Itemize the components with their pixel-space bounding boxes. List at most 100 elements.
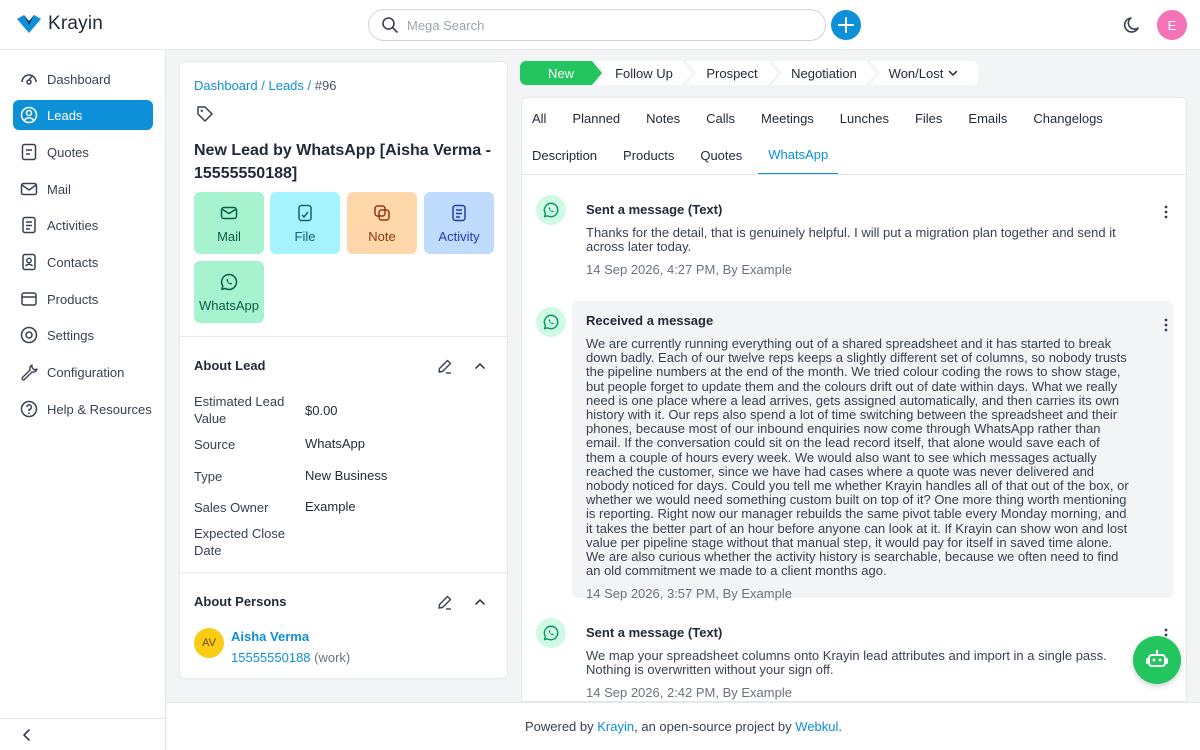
footer-krayin-link[interactable]: Krayin <box>597 719 634 734</box>
person-phone-number[interactable]: 15555550188 <box>231 650 311 665</box>
sidebar-item-mail[interactable]: Mail <box>13 174 153 204</box>
chevron-up-icon[interactable] <box>473 359 487 373</box>
person-phone[interactable]: 15555550188 (work) <box>231 650 350 665</box>
sidebar-item-label: Settings <box>47 327 94 343</box>
pencil-icon[interactable] <box>437 594 453 610</box>
person-name-link[interactable]: Aisha Verma <box>231 629 309 644</box>
attr-label-source: Source <box>194 437 236 452</box>
message-title: Received a message <box>586 313 714 328</box>
stage-follow-up[interactable]: Follow Up <box>596 61 692 85</box>
attr-value-type: New Business <box>305 468 388 483</box>
tab-files[interactable]: Files <box>915 98 955 138</box>
file-icon <box>298 204 312 221</box>
mega-search[interactable] <box>368 9 826 41</box>
attr-label-close-date: Expected Close Date <box>194 526 286 558</box>
whatsapp-action-label: WhatsApp <box>199 297 259 313</box>
stage-new[interactable]: New <box>520 61 602 85</box>
breadcrumb-leads[interactable]: Leads <box>268 78 303 93</box>
more-options-icon[interactable] <box>1156 315 1176 335</box>
mail-action-label: Mail <box>217 228 241 244</box>
activities-icon <box>19 215 39 235</box>
sidebar-item-label: Configuration <box>47 364 125 380</box>
footer: Powered by Krayin, an open-source projec… <box>167 702 1200 750</box>
note-action-button[interactable]: Note <box>347 192 417 254</box>
products-icon <box>19 289 39 309</box>
sidebar-item-products[interactable]: Products <box>13 284 153 314</box>
whatsapp-icon <box>536 195 566 225</box>
dashboard-icon <box>19 69 39 89</box>
sidebar-item-contacts[interactable]: Contacts <box>13 247 153 277</box>
tab-quotes[interactable]: Quotes <box>700 135 755 175</box>
about-lead-header[interactable]: About Lead <box>180 336 507 394</box>
attr-value-lead-value: $0.00 <box>305 403 338 418</box>
attr-value-sales-owner: Example <box>305 499 356 514</box>
sidebar-item-activities[interactable]: Activities <box>13 210 153 240</box>
person-avatar: AV <box>194 628 224 658</box>
robot-icon <box>1146 649 1168 667</box>
message-meta: 14 Sep 2026, 3:57 PM, By Example <box>586 586 792 602</box>
tab-whatsapp[interactable]: WhatsApp <box>758 135 839 175</box>
message-item: Sent a message (Text) Thanks for the det… <box>572 190 1173 289</box>
attr-value-source: WhatsApp <box>305 436 365 451</box>
activity-icon <box>452 204 466 221</box>
whatsapp-icon <box>220 273 238 290</box>
search-input[interactable] <box>407 17 787 33</box>
stage-won-lost-label: Won/Lost <box>888 65 944 81</box>
tab-changelogs[interactable]: Changelogs <box>1033 98 1115 138</box>
mail-action-button[interactable]: Mail <box>194 192 264 254</box>
whatsapp-icon <box>536 307 566 337</box>
tab-lunches[interactable]: Lunches <box>840 98 902 138</box>
stage-won-lost[interactable]: Won/Lost <box>870 61 978 85</box>
message-item: Sent a message (Text) We map your spread… <box>572 613 1173 701</box>
sidebar-item-help[interactable]: Help & Resources <box>13 394 153 424</box>
about-lead-heading: About Lead <box>194 358 266 373</box>
tab-products[interactable]: Products <box>623 135 687 175</box>
pencil-icon[interactable] <box>437 358 453 374</box>
whatsapp-action-button[interactable]: WhatsApp <box>194 261 264 323</box>
sidebar-item-quotes[interactable]: Quotes <box>13 137 153 167</box>
dark-mode-toggle[interactable] <box>1123 15 1143 35</box>
stage-prospect[interactable]: Prospect <box>686 61 778 85</box>
file-action-button[interactable]: File <box>270 192 340 254</box>
sidebar-collapse-button[interactable] <box>0 718 166 750</box>
breadcrumb-dashboard[interactable]: Dashboard <box>194 78 258 93</box>
sidebar-item-settings[interactable]: Settings <box>13 320 153 350</box>
message-title: Sent a message (Text) <box>586 202 723 217</box>
sidebar-item-leads[interactable]: Leads <box>13 100 153 130</box>
tab-planned[interactable]: Planned <box>572 98 633 138</box>
activity-action-button[interactable]: Activity <box>424 192 494 254</box>
mail-icon <box>19 179 39 199</box>
activity-panel: All Planned Notes Calls Meetings Lunches… <box>521 97 1187 702</box>
message-meta: 14 Sep 2026, 4:27 PM, By Example <box>586 262 792 278</box>
footer-webkul-link[interactable]: Webkul <box>795 719 838 734</box>
sidebar-item-dashboard[interactable]: Dashboard <box>13 64 153 94</box>
attr-label-lead-value: Estimated Lead Value <box>194 394 285 426</box>
attr-label-type: Type <box>194 469 223 484</box>
user-avatar[interactable]: E <box>1157 10 1187 40</box>
contacts-icon <box>19 252 39 272</box>
moon-icon <box>1123 17 1139 33</box>
about-persons-heading: About Persons <box>194 594 287 609</box>
tab-notes[interactable]: Notes <box>646 98 693 138</box>
quick-create-button[interactable] <box>831 10 861 40</box>
sidebar-item-label: Products <box>47 291 99 307</box>
tab-meetings[interactable]: Meetings <box>761 98 827 138</box>
about-persons-header[interactable]: About Persons <box>180 572 507 630</box>
tab-all[interactable]: All <box>532 98 559 138</box>
tab-divider <box>522 174 1186 175</box>
leads-icon <box>19 105 39 125</box>
krayin-logo[interactable]: Krayin <box>16 13 103 35</box>
lead-summary-panel: Dashboard / Leads / #96 New Lead by What… <box>179 61 508 679</box>
sidebar-item-label: Quotes <box>47 144 89 160</box>
sidebar-item-configuration[interactable]: Configuration <box>13 357 153 387</box>
assistant-bot-button[interactable] <box>1133 636 1181 684</box>
tag-icon[interactable] <box>196 105 214 123</box>
tab-calls[interactable]: Calls <box>706 98 748 138</box>
breadcrumb-separator: / <box>261 78 265 93</box>
chevron-up-icon[interactable] <box>473 595 487 609</box>
tab-emails[interactable]: Emails <box>968 98 1020 138</box>
tab-description[interactable]: Description <box>532 135 610 175</box>
stage-negotiation[interactable]: Negotiation <box>772 61 876 85</box>
more-options-icon[interactable] <box>1156 202 1176 222</box>
breadcrumb-separator: / <box>307 78 312 93</box>
